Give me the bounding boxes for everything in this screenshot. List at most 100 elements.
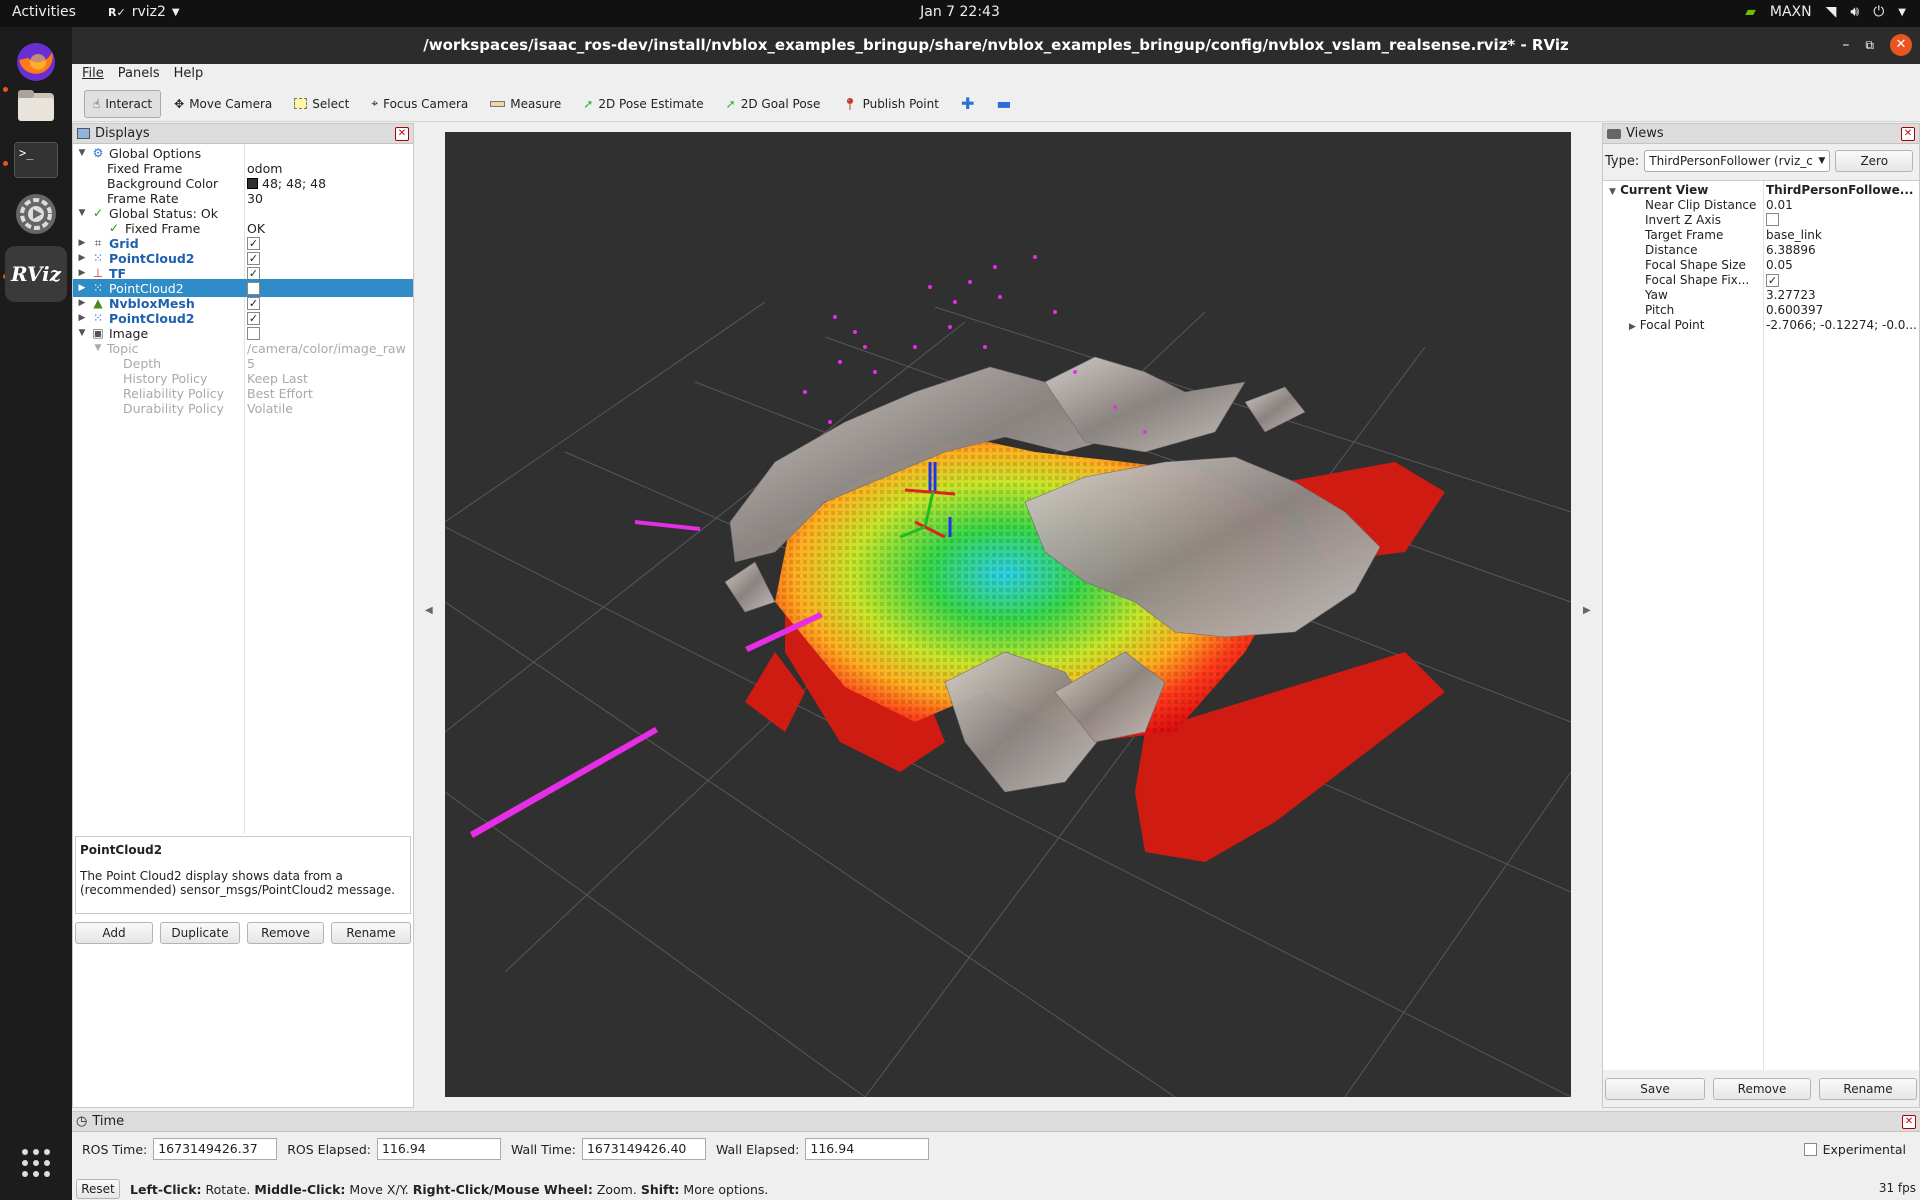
color-swatch[interactable] (247, 177, 258, 189)
tree-row-near-clip[interactable]: Near Clip Distance 0.01 (1603, 198, 1919, 213)
menu-panels[interactable]: Panels (118, 66, 160, 86)
chevron-right-icon[interactable]: ▶ (77, 298, 87, 308)
chevron-right-icon[interactable]: ▶ (77, 283, 87, 293)
ros-time-field[interactable]: 1673149426.37 (153, 1138, 278, 1160)
select-tool-button[interactable]: Select (285, 90, 358, 118)
menu-help[interactable]: Help (174, 66, 204, 86)
target-frame-value[interactable]: base_link (1766, 228, 1822, 242)
chevron-right-icon[interactable]: ▶ (77, 238, 87, 248)
focal-shape-fixed-checkbox[interactable]: ✓ (1766, 274, 1779, 287)
close-icon[interactable]: ✕ (395, 127, 409, 141)
focus-camera-tool-button[interactable]: ⌖ Focus Camera (362, 90, 477, 118)
focal-point-value[interactable]: -2.7066; -0.12274; -0.0... (1766, 318, 1917, 332)
close-icon[interactable]: ✕ (1901, 127, 1915, 141)
remove-tool-button[interactable]: ▬ (987, 90, 1020, 118)
chevron-down-icon[interactable]: ▼ (77, 148, 87, 158)
zero-view-button[interactable]: Zero (1835, 150, 1914, 172)
view-type-select[interactable]: ThirdPersonFollower (rviz_c ▼ (1644, 150, 1831, 172)
image-enabled-checkbox[interactable] (247, 326, 260, 340)
chevron-down-icon[interactable]: ▼ (77, 328, 87, 338)
close-icon[interactable]: ✕ (1890, 34, 1912, 56)
focal-shape-size-value[interactable]: 0.05 (1766, 258, 1793, 272)
app-menu-label: rviz2 (131, 4, 166, 20)
pitch-value[interactable]: 0.600397 (1766, 303, 1823, 317)
app-grid-icon[interactable] (10, 1137, 62, 1189)
tree-row-durability-policy[interactable]: Durability Policy Volatile (73, 399, 413, 417)
wall-time-field[interactable]: 1673149426.40 (581, 1138, 706, 1160)
measure-tool-button[interactable]: Measure (481, 90, 570, 118)
tree-row-pitch[interactable]: Pitch 0.600397 (1603, 303, 1919, 318)
collapse-left-icon[interactable]: ◀ (425, 605, 433, 616)
durability-policy-value[interactable]: Volatile (247, 401, 293, 416)
distance-value[interactable]: 6.38896 (1766, 243, 1816, 257)
collapse-right-icon[interactable]: ▶ (1583, 605, 1591, 616)
duplicate-display-button[interactable]: Duplicate (160, 922, 240, 944)
rviz-icon[interactable]: RViz (5, 246, 67, 302)
grid-enabled-checkbox[interactable]: ✓ (247, 236, 260, 250)
tree-row-distance[interactable]: Distance 6.38896 (1603, 243, 1919, 258)
window-titlebar[interactable]: /workspaces/isaac_ros-dev/install/nvblox… (72, 27, 1920, 64)
add-display-button[interactable]: Add (75, 922, 153, 944)
terminal-icon[interactable]: >_ (10, 134, 62, 186)
experimental-toggle[interactable]: Experimental (1803, 1142, 1906, 1157)
crosshair-icon: ⌖ (371, 96, 379, 110)
chevron-down-icon[interactable]: ▼ (77, 208, 87, 218)
rename-display-button[interactable]: Rename (331, 922, 411, 944)
publish-point-tool-button[interactable]: 📍︎ Publish Point (833, 90, 948, 118)
experimental-label: Experimental (1822, 1142, 1906, 1157)
yaw-value[interactable]: 3.27723 (1766, 288, 1816, 302)
durability-policy-label: Durability Policy (123, 400, 224, 416)
chevron-down-icon[interactable]: ▼ (93, 343, 103, 353)
focal-point-label: Focal Point (1639, 318, 1705, 332)
chevron-right-icon[interactable]: ▶ (77, 313, 87, 323)
add-tool-button[interactable]: ✚ (952, 90, 983, 118)
pointcloud2-selected-checkbox[interactable] (247, 281, 260, 295)
system-tray[interactable]: ▰ MAXN ◥ 🔊︎ ⏻ ▼ (1745, 4, 1906, 20)
power-mode-label[interactable]: MAXN (1770, 4, 1812, 20)
minimize-icon[interactable]: – (1842, 37, 1849, 53)
experimental-checkbox[interactable] (1803, 1143, 1817, 1156)
ros-elapsed-field[interactable]: 116.94 (376, 1138, 501, 1160)
render-3d-view[interactable] (444, 132, 1572, 1098)
tree-row-yaw[interactable]: Yaw 3.27723 (1603, 288, 1919, 303)
reset-button[interactable]: Reset (76, 1179, 120, 1199)
wall-elapsed-label: Wall Elapsed: (715, 1141, 800, 1157)
tf-enabled-checkbox[interactable]: ✓ (247, 266, 260, 280)
chevron-right-icon[interactable]: ▶ (77, 253, 87, 263)
rename-view-button[interactable]: Rename (1819, 1078, 1917, 1100)
tree-row-invert-z[interactable]: Invert Z Axis (1603, 213, 1919, 228)
settings-icon[interactable] (10, 188, 62, 240)
interact-label: Interact (105, 96, 153, 111)
goal-pose-tool-button[interactable]: ➚ 2D Goal Pose (717, 90, 830, 118)
pointcloud2-b-enabled-checkbox[interactable]: ✓ (247, 311, 260, 325)
app-menu[interactable]: R✓ rviz2 ▼ (108, 4, 180, 20)
tree-row-focal-shape-size[interactable]: Focal Shape Size 0.05 (1603, 258, 1919, 273)
interact-tool-button[interactable]: ☝ Interact (84, 89, 162, 118)
nvblox-mesh-enabled-checkbox[interactable]: ✓ (247, 296, 260, 310)
pointcloud2-enabled-checkbox[interactable]: ✓ (247, 251, 260, 265)
remove-display-button[interactable]: Remove (247, 922, 324, 944)
tree-row-focal-point[interactable]: ▶ Focal Point -2.7066; -0.12274; -0.0... (1603, 318, 1919, 333)
select-box-icon (294, 98, 308, 109)
chevron-down-icon[interactable]: ▼ (1609, 187, 1616, 197)
wall-elapsed-field[interactable]: 116.94 (805, 1138, 930, 1160)
tree-row-focal-shape-fixed[interactable]: Focal Shape Fix... ✓ (1603, 273, 1919, 288)
move-camera-tool-button[interactable]: ✥ Move Camera (165, 90, 281, 118)
chevron-right-icon[interactable]: ▶ (1629, 322, 1636, 332)
menu-file[interactable]: File (82, 66, 104, 86)
tree-row-current-view[interactable]: ▼ Current View ThirdPersonFollowe... (1603, 183, 1919, 198)
system-top-bar: Activities R✓ rviz2 ▼ Jan 7 22:43 ▰ MAXN… (0, 0, 1920, 27)
remove-view-button[interactable]: Remove (1713, 1078, 1811, 1100)
files-icon[interactable] (10, 80, 62, 132)
close-icon[interactable]: ✕ (1902, 1115, 1916, 1129)
monitor-icon (77, 128, 90, 139)
tree-row-target-frame[interactable]: Target Frame base_link (1603, 228, 1919, 243)
pose-estimate-tool-button[interactable]: ➚ 2D Pose Estimate (574, 90, 712, 118)
activities-button[interactable]: Activities (12, 4, 76, 20)
save-view-button[interactable]: Save (1605, 1078, 1705, 1100)
near-clip-value[interactable]: 0.01 (1766, 198, 1793, 212)
maximize-icon[interactable]: ⧉ (1865, 38, 1874, 53)
invert-z-checkbox[interactable] (1766, 213, 1779, 226)
clock[interactable]: Jan 7 22:43 (920, 4, 1000, 20)
chevron-right-icon[interactable]: ▶ (77, 268, 87, 278)
